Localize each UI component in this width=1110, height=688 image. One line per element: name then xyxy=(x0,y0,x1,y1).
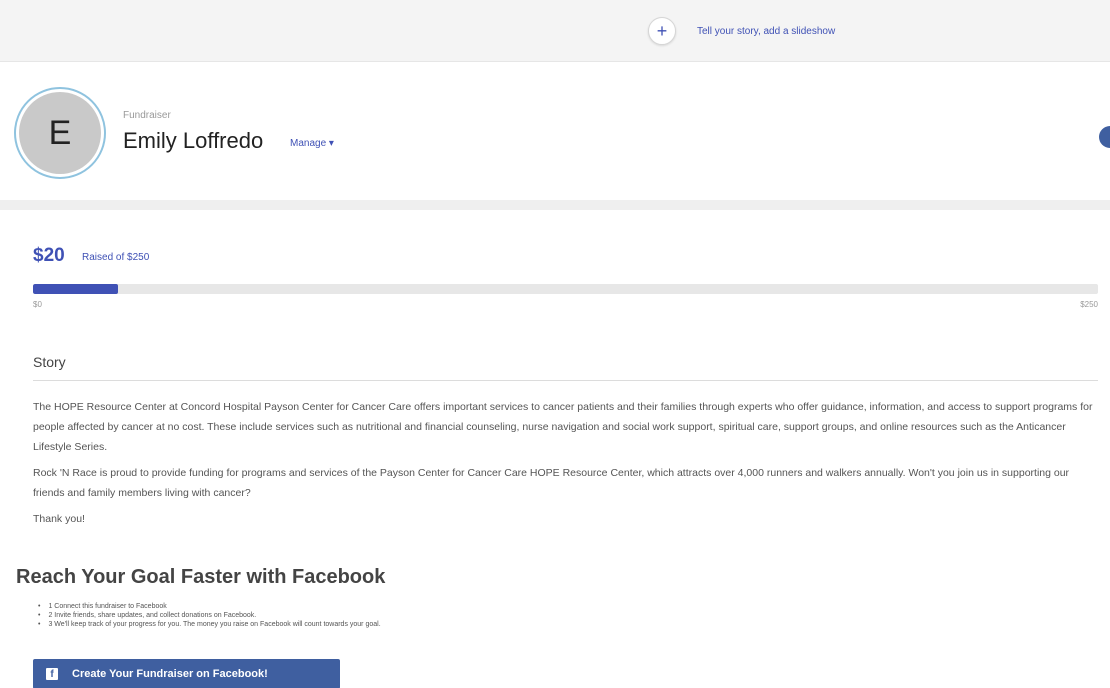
progress-bar xyxy=(33,284,1098,294)
facebook-heading: Reach Your Goal Faster with Facebook xyxy=(16,566,386,588)
story-paragraph: Thank you! xyxy=(33,513,85,525)
fundraiser-name: Emily Loffredo xyxy=(123,128,264,153)
story-heading: Story xyxy=(33,354,66,370)
plus-icon[interactable]: + xyxy=(648,17,676,45)
raised-of-goal: Raised of $250 xyxy=(82,252,150,263)
progress-max-label: $250 xyxy=(1080,300,1098,309)
facebook-steps: 1 Connect this fundraiser to Facebook 2 … xyxy=(38,602,381,629)
list-item: 1 Connect this fundraiser to Facebook xyxy=(38,602,381,611)
story-body: The HOPE Resource Center at Concord Hosp… xyxy=(33,397,1098,535)
profile-header: E Fundraiser Emily Loffredo Manage ▾ xyxy=(0,70,1110,200)
story-paragraph: Rock 'N Race is proud to provide funding… xyxy=(33,467,1070,499)
progress-fill xyxy=(33,284,119,294)
create-facebook-fundraiser-label: Create Your Fundraiser on Facebook! xyxy=(72,668,268,680)
role-label: Fundraiser xyxy=(123,110,171,121)
create-facebook-fundraiser-button[interactable]: f Create Your Fundraiser on Facebook! xyxy=(33,659,340,688)
facebook-icon: f xyxy=(46,668,58,680)
story-paragraph: The HOPE Resource Center at Concord Hosp… xyxy=(33,401,1093,453)
section-divider xyxy=(0,200,1110,210)
progress-min-label: $0 xyxy=(33,300,42,309)
list-item: 2 Invite friends, share updates, and col… xyxy=(38,611,381,620)
raised-amount: $20 xyxy=(33,245,65,266)
manage-dropdown[interactable]: Manage ▾ xyxy=(290,138,334,149)
list-item: 3 We'll keep track of your progress for … xyxy=(38,620,380,629)
top-toolbar: + Tell your story, add a slideshow xyxy=(0,0,1110,62)
story-divider xyxy=(33,380,1098,381)
avatar-initial: E xyxy=(19,92,101,174)
add-story-link[interactable]: Tell your story, add a slideshow xyxy=(697,26,835,37)
avatar: E xyxy=(14,87,106,179)
